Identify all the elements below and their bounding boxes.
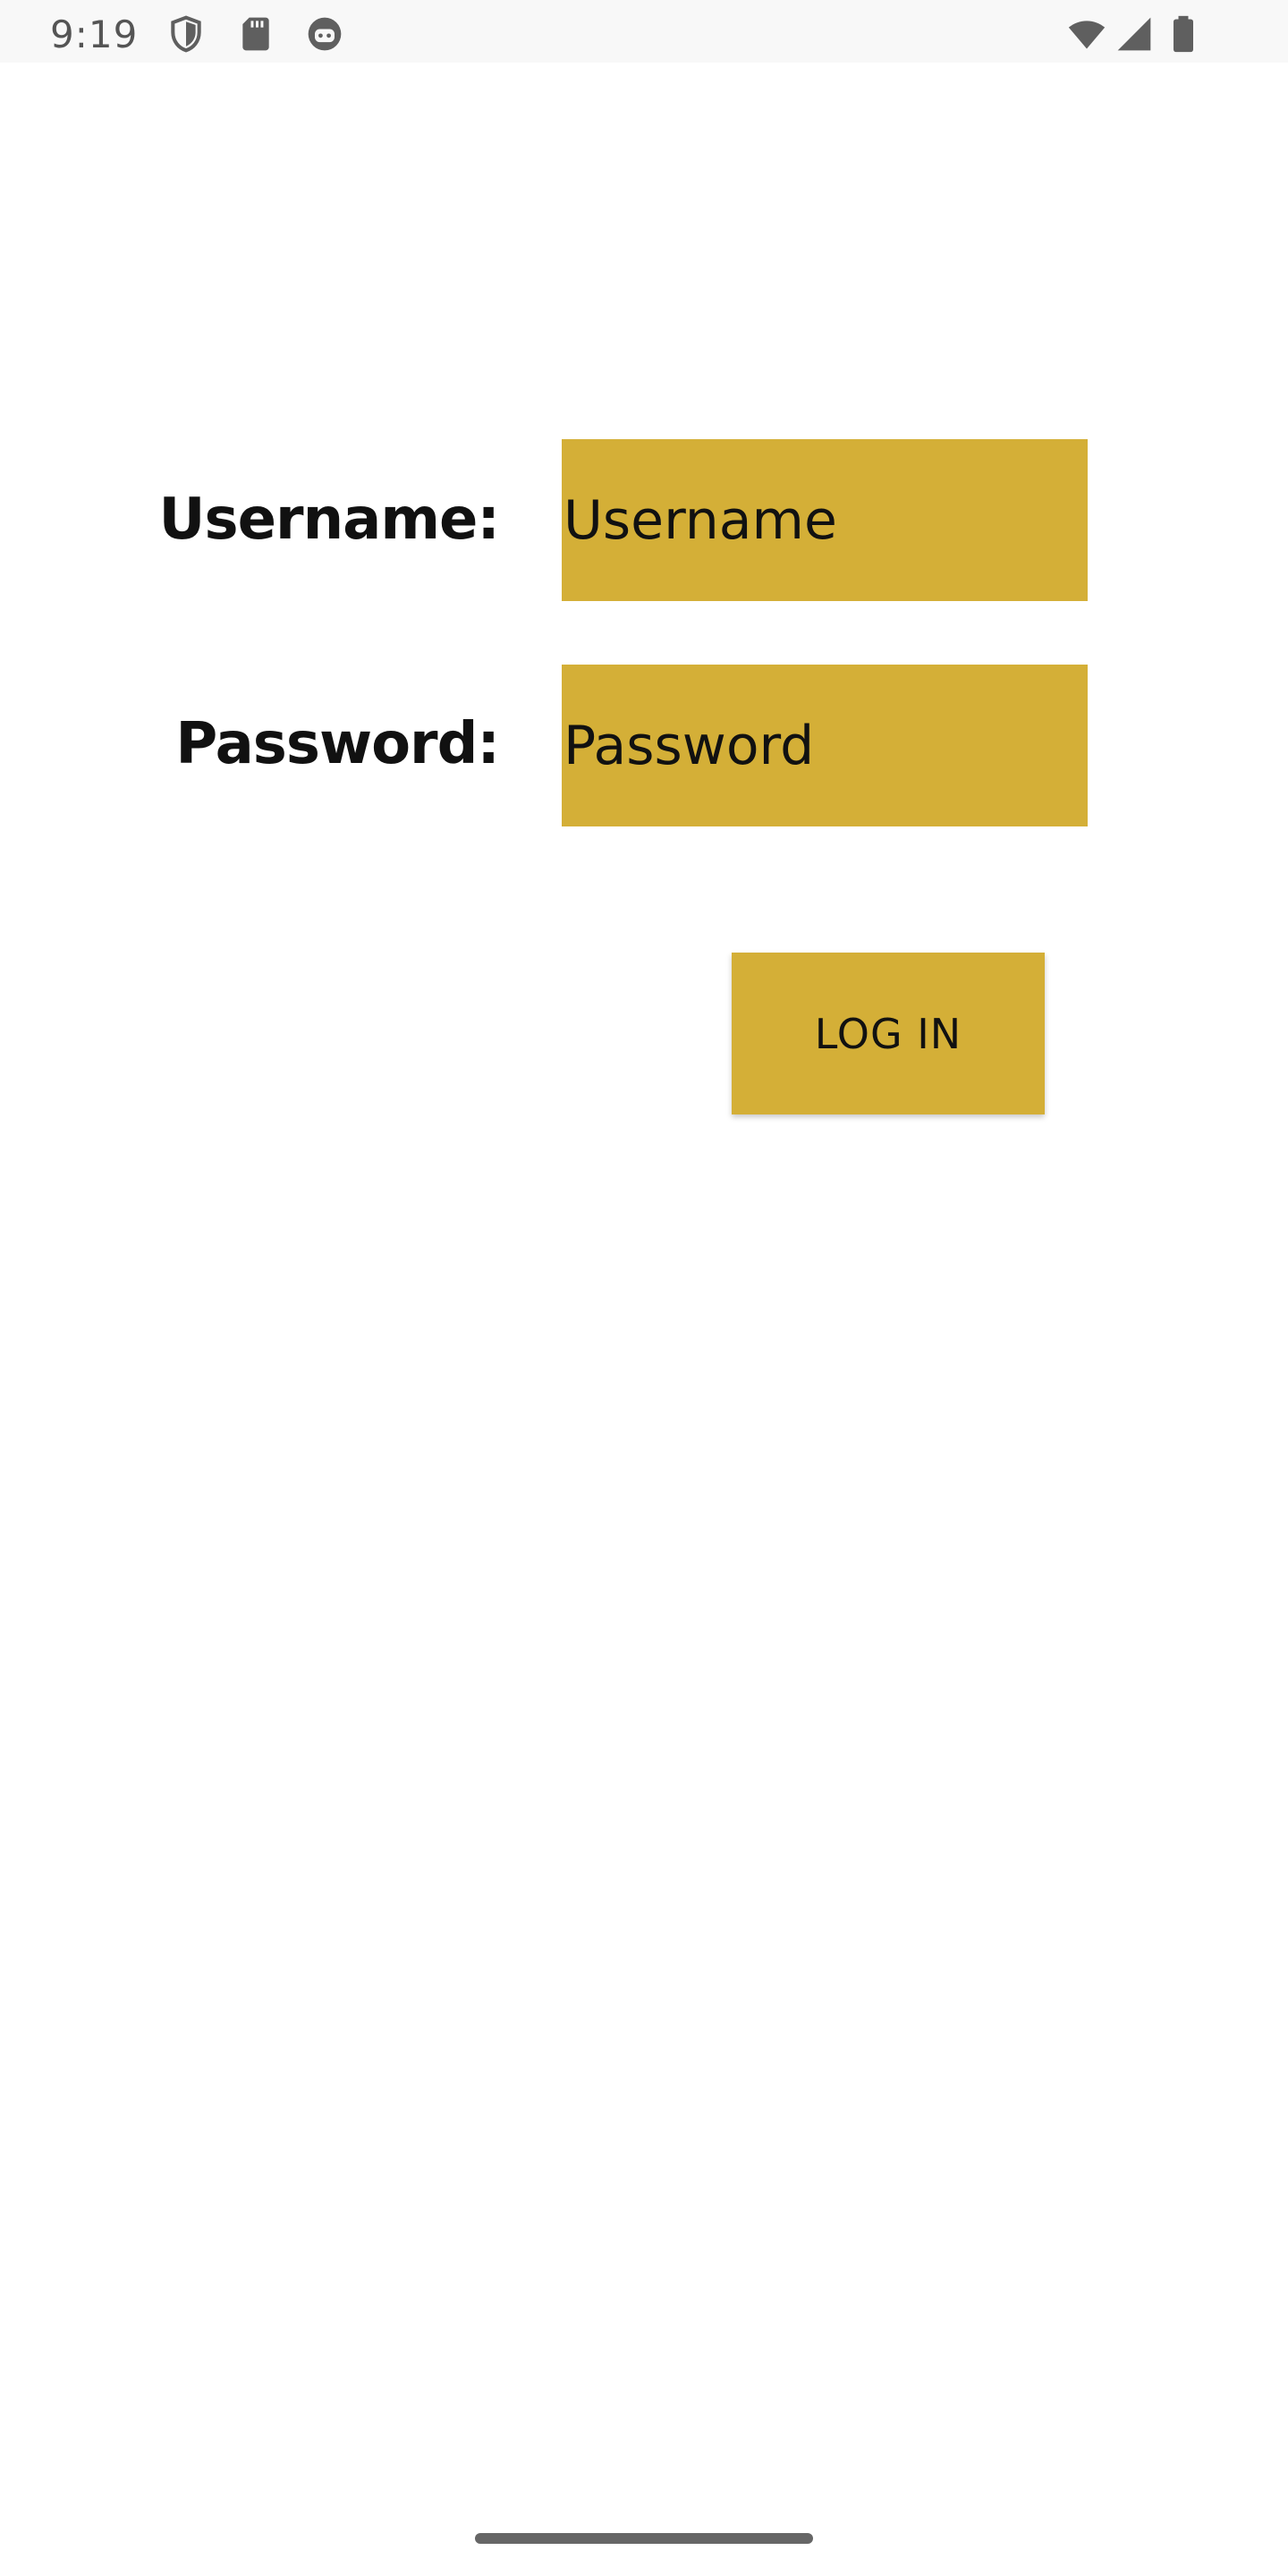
login-button[interactable]: LOG IN [732,953,1045,1114]
status-time: 9:19 [50,13,139,56]
username-label: Username: [158,487,500,553]
sd-card-icon [236,14,275,54]
wifi-icon [1064,14,1109,54]
shield-icon [166,14,206,54]
navigation-handle[interactable] [475,2533,813,2544]
battery-icon [1168,14,1199,54]
face-icon [305,14,344,54]
username-input[interactable] [562,439,1088,601]
password-label: Password: [175,711,500,777]
password-input[interactable] [562,665,1088,826]
cell-signal-icon [1114,14,1154,54]
status-bar: 9:19 [0,0,1288,63]
